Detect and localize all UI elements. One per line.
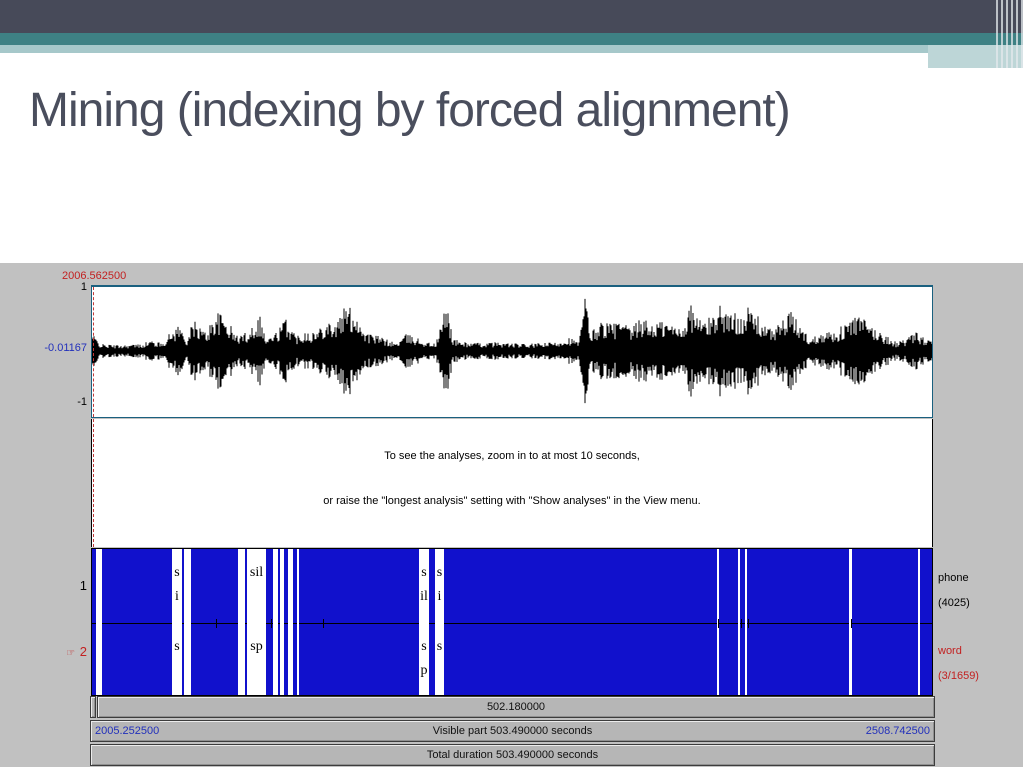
tier-interval-gap[interactable]: [288, 549, 293, 695]
analysis-message-line2: or raise the "longest analysis" setting …: [323, 495, 701, 507]
tier1-side-label[interactable]: phone (4025): [938, 566, 970, 616]
separator-tick: [271, 619, 272, 628]
header-bar-dark: [0, 0, 1023, 33]
waveform-path: [92, 298, 932, 404]
tier-interval-gap[interactable]: [738, 549, 740, 695]
separator-tick: [216, 619, 217, 628]
tier-interval-gap[interactable]: [297, 549, 299, 695]
separator-tick: [851, 619, 852, 628]
tier2-count: (3/1659): [938, 670, 979, 682]
tier2-side-label[interactable]: word (3/1659): [938, 639, 979, 689]
cursor-line-lower: [93, 419, 94, 547]
tier-interval-gap[interactable]: [273, 549, 278, 695]
header-stripe-light: [0, 45, 930, 53]
tier2-number-text: 2: [79, 644, 87, 659]
tier-interval-gap[interactable]: s i s: [172, 549, 182, 695]
praat-editor-window: 2006.562500 1 -0.01167 -1 To see the ana…: [0, 263, 1023, 767]
separator-tick: [741, 619, 742, 628]
analysis-message-line1: To see the analyses, zoom in to at most …: [384, 450, 640, 462]
interval-label: s: [174, 639, 180, 654]
interval-label: sp: [250, 639, 263, 654]
tier-interval-gap[interactable]: s i s: [435, 549, 444, 695]
tier-interval-gap[interactable]: [280, 549, 284, 695]
total-duration-label: Total duration 503.490000 seconds: [426, 749, 599, 761]
selected-tier-pointer-icon: ☞: [66, 648, 77, 659]
waveform-panel[interactable]: [91, 285, 933, 418]
selection-duration-label: 502.180000: [486, 701, 546, 713]
tier2-number[interactable]: ☞ 2: [0, 644, 87, 659]
waveform: [92, 298, 932, 404]
total-duration-button[interactable]: Total duration 503.490000 seconds: [90, 744, 935, 766]
interval-label: s i: [174, 565, 180, 604]
amplitude-max-label: 1: [80, 281, 87, 293]
visible-part-row: 2005.252500 Visible part 503.490000 seco…: [90, 720, 935, 742]
tier1-count: (4025): [938, 597, 970, 609]
tier-separator: [92, 623, 932, 624]
tier-interval-gap[interactable]: [918, 549, 920, 695]
amplitude-min-label: -1: [77, 396, 87, 408]
selection-bar-sliver[interactable]: [90, 696, 96, 718]
tier-interval-gap[interactable]: [184, 549, 191, 695]
analysis-message-panel[interactable]: To see the analyses, zoom in to at most …: [91, 419, 933, 547]
interval-label: s p: [420, 639, 428, 678]
tier1-name: phone: [938, 572, 969, 584]
separator-tick: [323, 619, 324, 628]
interval-label: s i: [436, 565, 443, 604]
header-vertical-stripes: [993, 0, 1023, 68]
selection-bar-row: 502.180000: [90, 696, 935, 718]
selection-duration-button[interactable]: 502.180000: [97, 696, 935, 718]
tier-interval-gap[interactable]: sil sp: [247, 549, 266, 695]
tier-interval-gap[interactable]: [238, 549, 245, 695]
interval-label: sil: [249, 565, 264, 580]
visible-part-button[interactable]: 2005.252500 Visible part 503.490000 seco…: [90, 720, 935, 742]
tier1-number[interactable]: 1: [0, 578, 87, 593]
separator-tick: [748, 619, 749, 628]
visible-end-time: 2508.742500: [865, 725, 930, 737]
amplitude-cursor-label: -0.01167: [44, 342, 87, 354]
cursor-line[interactable]: [93, 287, 94, 417]
interval-label: s il: [420, 565, 428, 604]
time-bars: 502.180000 2005.252500 Visible part 503.…: [90, 696, 935, 768]
textgrid-tier-panel[interactable]: s i s sil sp s il s p s i s: [91, 548, 933, 696]
tier-interval-gap[interactable]: s il s p: [419, 549, 429, 695]
slide-title: Mining (indexing by forced alignment): [29, 84, 791, 137]
visible-part-label: Visible part 503.490000 seconds: [432, 725, 593, 737]
header-stripe-teal: [0, 33, 1023, 45]
total-duration-row: Total duration 503.490000 seconds: [90, 744, 935, 766]
separator-tick: [718, 619, 719, 628]
interval-label: s: [436, 639, 443, 654]
tier2-name: word: [938, 645, 962, 657]
tier-interval-gap[interactable]: [96, 549, 102, 695]
visible-start-time: 2005.252500: [95, 725, 160, 737]
tier-interval-gap[interactable]: [745, 549, 747, 695]
